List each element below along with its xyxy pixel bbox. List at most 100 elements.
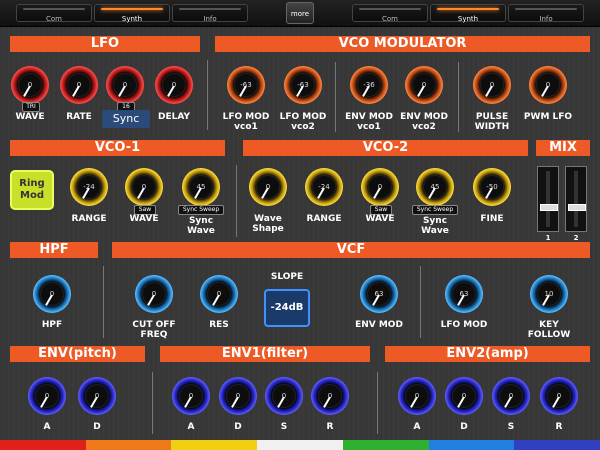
ring-mod-button[interactable]: Ring Mod: [10, 170, 54, 210]
divider: [458, 62, 459, 132]
mix-slider-1[interactable]: [537, 166, 559, 232]
env1-banner: ENV1(filter): [160, 346, 370, 362]
env1-release-knob[interactable]: 0: [311, 377, 349, 415]
divider: [335, 62, 336, 132]
vcf-lfo-mod-label: LFO MOD: [440, 320, 488, 330]
vco2-wave-shape-knob[interactable]: 0: [249, 168, 287, 206]
vco2-sync-wave-sub: Sync Sweep: [412, 205, 458, 215]
label-line: PULSE: [475, 112, 509, 122]
lfo-wave-sub: TRI: [22, 102, 40, 112]
label-line: FREQ: [140, 330, 168, 340]
button-line: Mod: [20, 190, 44, 201]
vco2-banner: VCO-2: [243, 140, 528, 156]
more-button[interactable]: more: [286, 2, 314, 24]
vco1-banner: VCO-1: [10, 140, 225, 156]
slider-thumb[interactable]: [540, 203, 558, 211]
lfo-sync-knob[interactable]: 0: [106, 66, 144, 104]
tab-com-right[interactable]: Com: [352, 4, 428, 23]
color-strip-segment: [171, 440, 259, 450]
env-mod-vco1-knob[interactable]: -36: [350, 66, 388, 104]
color-strip-segment: [342, 440, 430, 450]
vco2-sync-wave-label: Sync Wave: [407, 216, 463, 236]
env1-sustain-knob[interactable]: 0: [265, 377, 303, 415]
knob-value: -50: [486, 183, 498, 191]
key-follow-knob[interactable]: 10: [530, 275, 568, 313]
color-strip-segment: [0, 440, 87, 450]
knob-value: 0: [76, 81, 82, 89]
label-line: ENV MOD: [400, 112, 448, 122]
vcf-banner: VCF: [112, 242, 590, 258]
vcf-env-mod-knob[interactable]: 63: [360, 275, 398, 313]
knob-value: 45: [423, 175, 447, 199]
env1-decay-knob[interactable]: 0: [219, 377, 257, 415]
env-pitch-attack-knob[interactable]: 0: [28, 377, 66, 415]
lfo-wave-knob[interactable]: 0: [11, 66, 49, 104]
tab-com-left[interactable]: Com: [16, 4, 92, 23]
hpf-label: HPF: [41, 320, 63, 330]
vco2-wave-knob[interactable]: 0: [361, 168, 399, 206]
pulse-width-label: PULSE WIDTH: [464, 112, 520, 132]
divider: [377, 372, 378, 434]
knob-value: 0: [141, 183, 147, 191]
resonance-label: RES: [209, 320, 229, 330]
vco1-sync-wave-knob[interactable]: 45: [182, 168, 220, 206]
cutoff-freq-knob[interactable]: 0: [135, 275, 173, 313]
knob-value: 45: [189, 175, 213, 199]
color-strip-segment: [514, 440, 600, 450]
slider-thumb[interactable]: [568, 203, 586, 211]
label-line: vco1: [357, 122, 381, 132]
env2-banner: ENV2(amp): [385, 346, 590, 362]
env2-release-knob[interactable]: 0: [540, 377, 578, 415]
pwm-lfo-knob[interactable]: 0: [529, 66, 567, 104]
pwm-lfo-label: PWM LFO: [523, 112, 573, 122]
env2-decay-knob[interactable]: 0: [445, 377, 483, 415]
env2-attack-knob[interactable]: 0: [398, 377, 436, 415]
vcf-lfo-mod-knob[interactable]: 63: [445, 275, 483, 313]
knob-value: 0: [265, 183, 271, 191]
knob-value: 0: [489, 81, 495, 89]
divider: [420, 266, 421, 338]
vco2-fine-knob[interactable]: -50: [473, 168, 511, 206]
env-mod-vco2-knob[interactable]: 0: [405, 66, 443, 104]
lfo-rate-knob[interactable]: 0: [60, 66, 98, 104]
env-pitch-decay-label: D: [93, 422, 101, 432]
lfo-mod-vco1-knob[interactable]: -63: [227, 66, 265, 104]
tab-info-left[interactable]: Info: [172, 4, 248, 23]
lfo-mod-vco2-knob[interactable]: -63: [284, 66, 322, 104]
vco2-sync-wave-knob[interactable]: 45: [416, 168, 454, 206]
lfo-delay-knob[interactable]: 0: [155, 66, 193, 104]
env2-attack-label: A: [413, 422, 421, 432]
knob-value: 0: [171, 81, 177, 89]
slope-button[interactable]: -24dB: [264, 289, 310, 327]
knob-value: 0: [508, 392, 514, 400]
vco2-wave-shape-label: Wave Shape: [240, 214, 296, 234]
knob-value: -24: [83, 183, 95, 191]
vco1-sync-wave-label: Sync Wave: [173, 216, 229, 236]
vco1-sync-wave-sub: Sync Sweep: [178, 205, 224, 215]
vco1-range-knob[interactable]: -24: [70, 168, 108, 206]
knob-value: 63: [367, 282, 391, 306]
label-line: vco1: [234, 122, 258, 132]
tab-synth-left[interactable]: Synth: [94, 4, 170, 23]
env2-sustain-knob[interactable]: 0: [492, 377, 530, 415]
vco1-wave-knob[interactable]: 0: [125, 168, 163, 206]
mix-ch1-label: 1: [545, 234, 551, 242]
tab-label: Info: [203, 15, 217, 23]
tab-synth-right[interactable]: Synth: [430, 4, 506, 23]
lfo-sync-button[interactable]: Sync: [102, 110, 150, 128]
env1-attack-knob[interactable]: 0: [172, 377, 210, 415]
env-pitch-decay-knob[interactable]: 0: [78, 377, 116, 415]
pulse-width-knob[interactable]: 0: [473, 66, 511, 104]
label-line: ENV MOD: [345, 112, 393, 122]
label-line: Sync: [422, 216, 448, 226]
knob-value: -63: [297, 81, 309, 89]
knob-value: 0: [27, 81, 33, 89]
tab-info-right[interactable]: Info: [508, 4, 584, 23]
resonance-knob[interactable]: 0: [200, 275, 238, 313]
mix-slider-2[interactable]: [565, 166, 587, 232]
hpf-knob[interactable]: 0: [33, 275, 71, 313]
env2-decay-label: D: [460, 422, 468, 432]
hpf-banner: HPF: [10, 242, 98, 258]
knob-value: 0: [94, 392, 100, 400]
vco2-range-knob[interactable]: -24: [305, 168, 343, 206]
